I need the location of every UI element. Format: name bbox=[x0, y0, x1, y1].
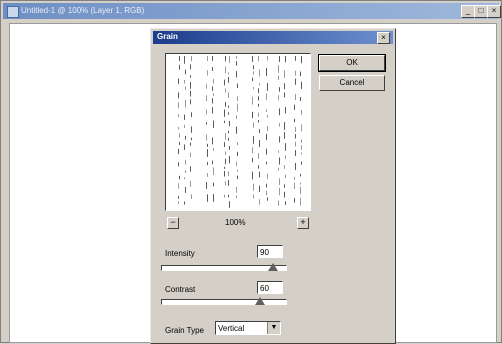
grain-type-label: Grain Type bbox=[165, 326, 204, 335]
window-title-bar[interactable]: Untitled-1 @ 100% (Layer 1, RGB) _ □ × bbox=[3, 3, 501, 19]
zoom-level: 100% bbox=[225, 218, 246, 227]
intensity-field[interactable]: 90 bbox=[257, 245, 283, 258]
zoom-out-button[interactable]: − bbox=[167, 217, 179, 229]
contrast-field[interactable]: 60 bbox=[257, 281, 283, 294]
chevron-down-icon[interactable]: ▼ bbox=[267, 322, 280, 334]
dialog-close-button[interactable]: × bbox=[377, 32, 390, 44]
intensity-slider-thumb[interactable] bbox=[267, 263, 278, 271]
grain-type-value: Vertical bbox=[218, 324, 245, 333]
cancel-button[interactable]: Cancel bbox=[319, 75, 385, 91]
grain-type-select[interactable]: Vertical ▼ bbox=[215, 321, 281, 335]
maximize-button[interactable]: □ bbox=[474, 5, 488, 18]
contrast-slider[interactable] bbox=[161, 299, 287, 305]
intensity-label: Intensity bbox=[165, 249, 195, 258]
contrast-label: Contrast bbox=[165, 285, 196, 294]
contrast-slider-thumb[interactable] bbox=[255, 297, 266, 305]
dialog-title-bar[interactable]: Grain × bbox=[153, 31, 393, 44]
minimize-button[interactable]: _ bbox=[461, 5, 475, 18]
filter-preview[interactable] bbox=[165, 53, 311, 211]
grain-preview-image bbox=[178, 56, 302, 208]
dialog-title: Grain bbox=[157, 32, 178, 41]
ok-button[interactable]: OK bbox=[318, 54, 386, 72]
zoom-in-button[interactable]: + bbox=[297, 217, 309, 229]
document-icon bbox=[7, 6, 19, 18]
grain-dialog: Grain × OK Cancel − 100% + Intensity 90 … bbox=[150, 28, 396, 344]
window-title: Untitled-1 @ 100% (Layer 1, RGB) bbox=[21, 6, 145, 15]
close-button[interactable]: × bbox=[487, 5, 501, 18]
